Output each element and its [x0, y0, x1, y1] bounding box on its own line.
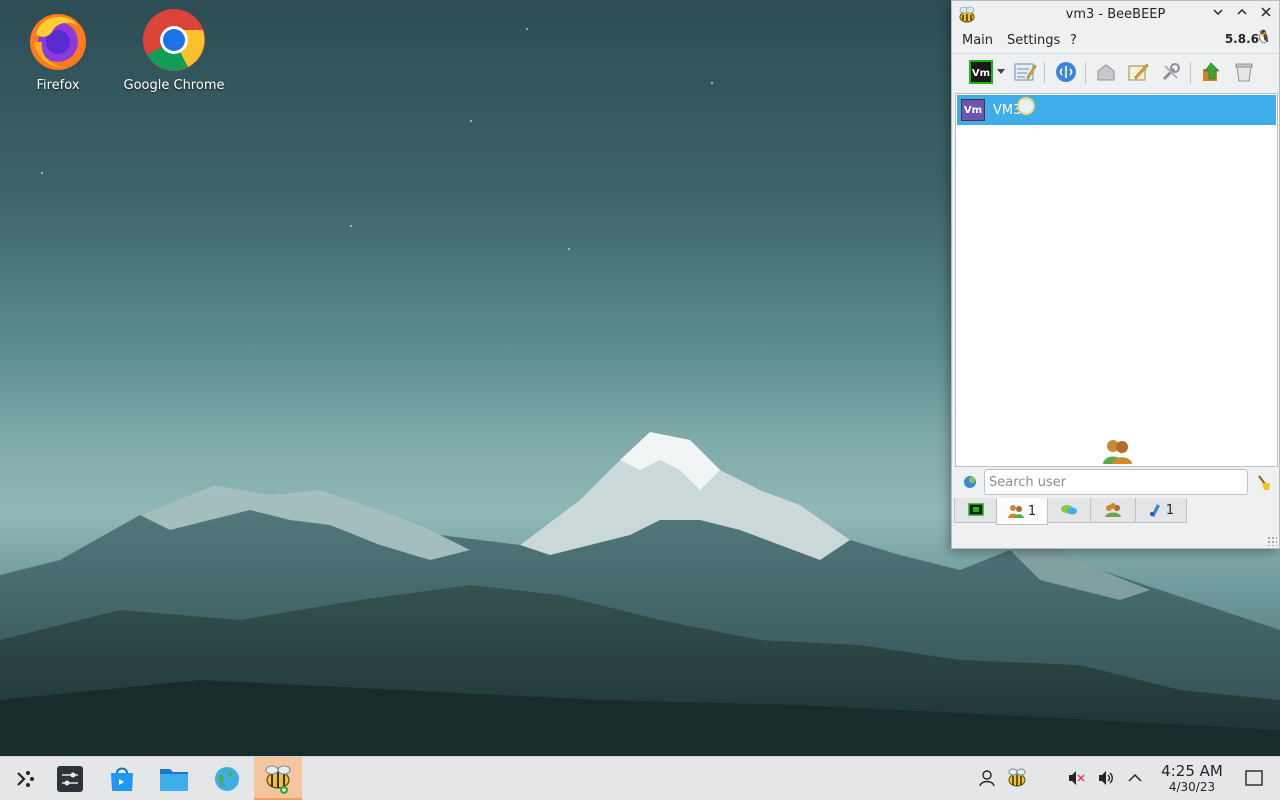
show-desktop-icon: [1245, 770, 1263, 786]
task-browser[interactable]: [203, 757, 251, 800]
user-list[interactable]: Vm VM3: [955, 93, 1278, 467]
search-user-input[interactable]: [984, 469, 1248, 495]
minimize-button[interactable]: [1209, 6, 1227, 24]
file-manager-icon: [160, 769, 188, 791]
profile-edit-icon: [1014, 63, 1037, 81]
maximize-button[interactable]: [1233, 6, 1251, 24]
trash-button[interactable]: [1231, 59, 1257, 85]
app-launcher-button[interactable]: [0, 757, 48, 800]
desktop-icon-firefox[interactable]: Firefox: [3, 8, 113, 94]
desktop-icon-label: Firefox: [36, 78, 80, 93]
pencil-note-icon: [1128, 63, 1149, 81]
resize-grip[interactable]: [1267, 536, 1277, 546]
home-icon: [1097, 64, 1115, 81]
task-file-manager[interactable]: [150, 757, 198, 800]
update-button[interactable]: [1198, 59, 1224, 85]
note-button[interactable]: [1125, 59, 1151, 85]
volume-icon: [1099, 771, 1113, 785]
users-icon: [1007, 505, 1024, 518]
show-desktop-button[interactable]: [1243, 767, 1265, 789]
svg-text:Vm: Vm: [972, 68, 990, 79]
user-tray-button[interactable]: [976, 767, 998, 789]
user-icon: [979, 770, 995, 787]
tab-users-count: 1: [1027, 503, 1037, 519]
chrome-icon: [142, 8, 206, 72]
dropdown-arrow-icon: [997, 69, 1005, 74]
tab-chats[interactable]: [1047, 498, 1091, 523]
network-button[interactable]: [1053, 59, 1079, 85]
volume-tray-button[interactable]: [1095, 767, 1117, 789]
trash-icon: [1235, 63, 1253, 82]
toolbar: Vm: [952, 53, 1279, 91]
clock-date: 4/30/23: [1168, 780, 1216, 794]
version-label: 5.8.6: [1224, 32, 1259, 46]
mute-icon: [1069, 771, 1085, 785]
linux-icon: 🐧: [1255, 30, 1272, 45]
beebeep-tray-button[interactable]: [1006, 767, 1028, 789]
chevron-up-icon: [1237, 8, 1247, 15]
file-share-icon: [1149, 504, 1160, 517]
status-dropdown[interactable]: [995, 59, 1007, 85]
network-icon: [1056, 62, 1076, 82]
window-titlebar[interactable]: vm3 - BeeBEEP: [952, 1, 1279, 29]
firefox-icon: [26, 8, 90, 72]
beebeep-window: vm3 - BeeBEEP Main Settings ? 5.8.6 🐧 Vm: [951, 0, 1280, 549]
tab-file-sharing-count: 1: [1165, 502, 1175, 518]
group-icon: [1105, 503, 1121, 517]
screen-icon: [967, 503, 984, 516]
task-beebeep[interactable]: [254, 757, 302, 800]
user-list-item-vm3[interactable]: Vm VM3: [957, 95, 1276, 125]
tab-users[interactable]: 1: [996, 498, 1048, 525]
search-options-icon[interactable]: [962, 474, 978, 494]
user-status-icon: Vm: [969, 60, 993, 84]
menu-bar: Main Settings ? 5.8.6 🐧: [952, 29, 1279, 53]
edit-profile-button[interactable]: [1012, 59, 1038, 85]
expand-tray-button[interactable]: [1124, 767, 1146, 789]
chevron-down-icon: [1213, 9, 1223, 16]
update-icon: [1203, 62, 1220, 81]
app-launcher-icon: [17, 771, 34, 787]
chat-icon: [1061, 505, 1077, 515]
taskbar: 4:25 AM 4/30/23: [0, 756, 1280, 800]
user-status-button[interactable]: Vm: [967, 59, 995, 85]
tab-file-sharing[interactable]: 1: [1135, 498, 1187, 523]
task-discover[interactable]: [98, 757, 146, 800]
mute-tray-button[interactable]: [1065, 767, 1087, 789]
tab-screen[interactable]: [954, 498, 997, 523]
browser-icon: [215, 767, 239, 791]
desktop-icon-label: Google Chrome: [123, 78, 225, 93]
mouse-cursor: [1017, 97, 1035, 115]
tools-button[interactable]: [1158, 59, 1184, 85]
users-placeholder-icon: [1102, 438, 1132, 468]
clock[interactable]: 4:25 AM 4/30/23: [1150, 762, 1234, 794]
tab-groups[interactable]: [1090, 498, 1136, 523]
bottom-tabs: 1 1: [954, 498, 1187, 525]
discover-icon: [111, 767, 133, 791]
window-title: vm3 - BeeBEEP: [1065, 7, 1166, 22]
menu-main[interactable]: Main: [962, 33, 993, 48]
settings-icon: [57, 766, 83, 792]
task-system-settings[interactable]: [46, 757, 94, 800]
menu-help[interactable]: ?: [1070, 33, 1077, 48]
desktop-icon-google-chrome[interactable]: Google Chrome: [119, 8, 229, 94]
expand-tray-icon: [1128, 773, 1142, 782]
clear-search-icon[interactable]: [1256, 473, 1272, 495]
beebeep-icon: [265, 765, 291, 794]
avatar: Vm: [961, 99, 985, 121]
home-button[interactable]: [1093, 59, 1119, 85]
beebeep-tray-icon: [1008, 768, 1026, 787]
search-bar: [955, 469, 1278, 497]
clock-time: 4:25 AM: [1161, 762, 1223, 780]
close-icon: [1261, 7, 1271, 17]
tools-icon: [1162, 63, 1180, 81]
close-button[interactable]: [1257, 6, 1275, 24]
menu-settings[interactable]: Settings: [1007, 33, 1060, 48]
